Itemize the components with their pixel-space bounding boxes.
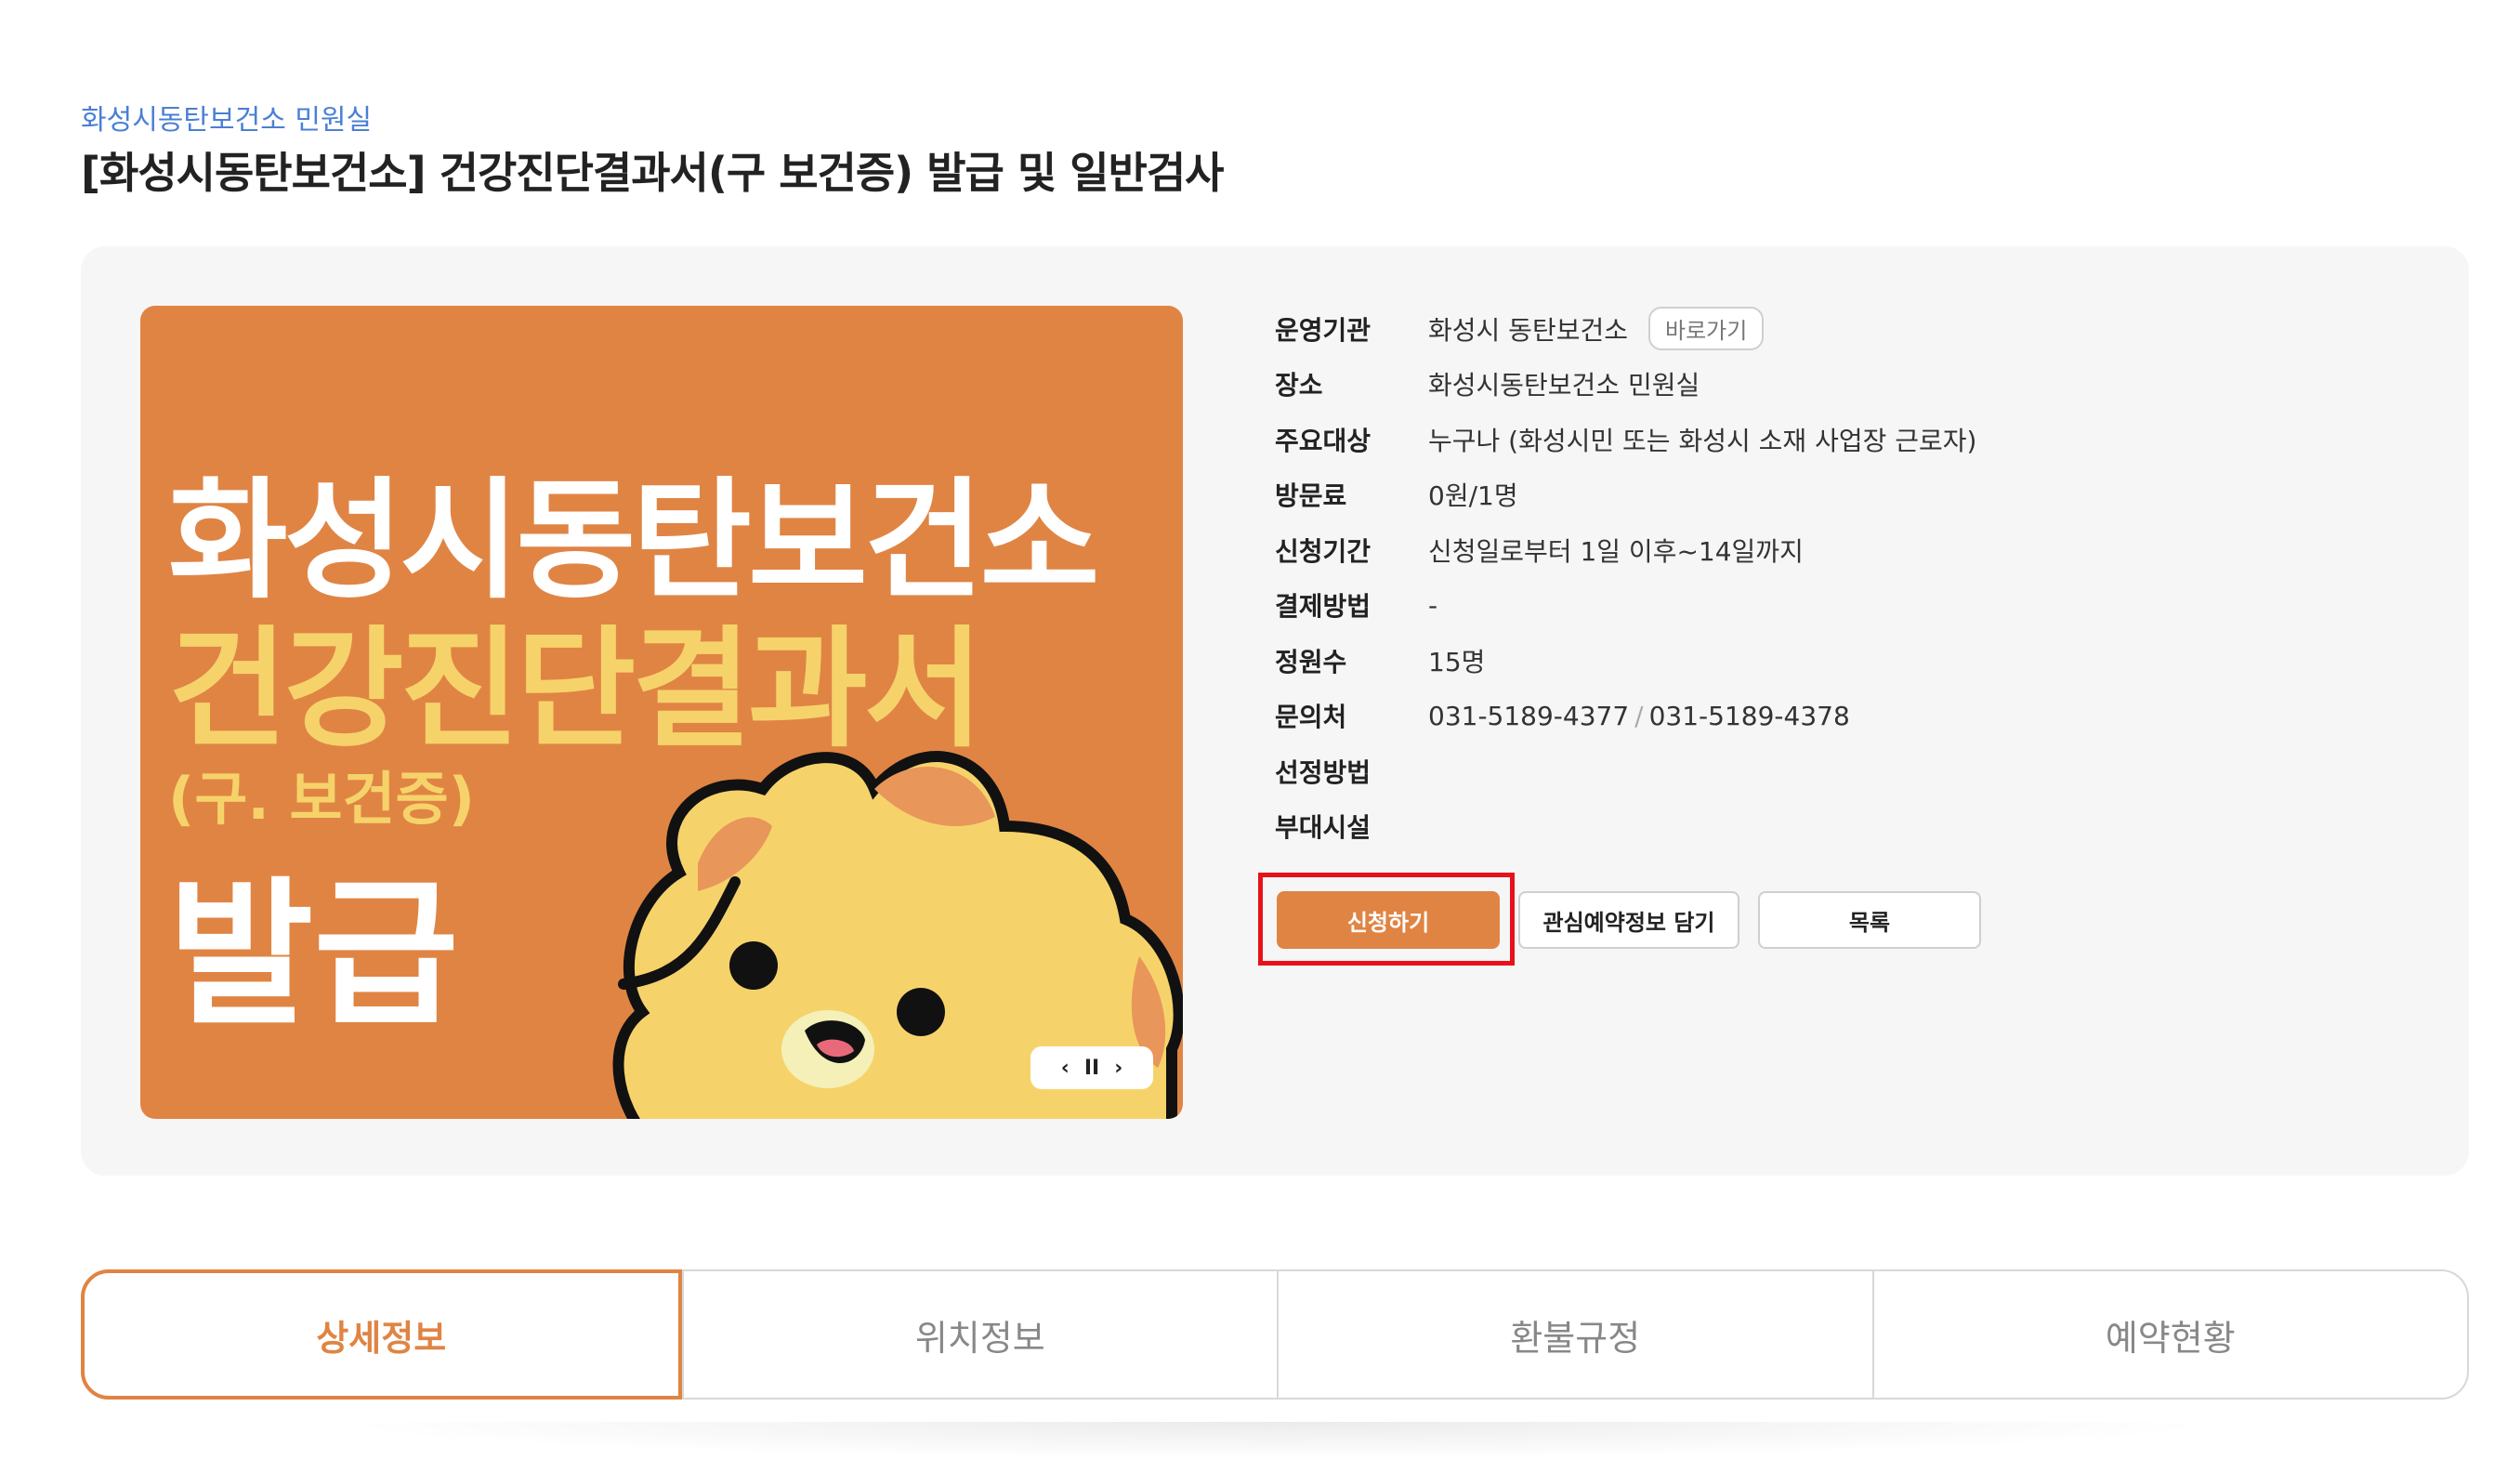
tab-location[interactable]: 위치정보 xyxy=(681,1271,1278,1398)
banner-line-4: 발급 xyxy=(168,863,459,1047)
tab-refund-policy[interactable]: 환불규정 xyxy=(1277,1271,1872,1398)
contact-value-1: 031-5189-4377 xyxy=(1428,700,1630,731)
banner-slider-controls: ‹ II › xyxy=(1030,1046,1153,1089)
detail-period: 신청기간 신청일로부터 1일 이후~14일까지 xyxy=(1275,522,2390,578)
next-slide-button[interactable]: › xyxy=(1114,1057,1122,1080)
place-label: 장소 xyxy=(1275,370,1323,401)
list-button[interactable]: 목록 xyxy=(1758,891,1981,949)
payment-value: - xyxy=(1428,589,1438,621)
detail-contact: 문의처 031-5189-4377 / 031-5189-4378 xyxy=(1275,689,2390,744)
period-label: 신청기간 xyxy=(1275,535,1372,567)
detail-operator: 운영기관 화성시 동탄보건소 바로가기 xyxy=(1275,301,2390,357)
detail-place: 장소 화성시동탄보건소 민원실 xyxy=(1275,357,2390,413)
target-value: 누구나 (화성시민 또는 화성시 소재 사업장 근로자) xyxy=(1428,425,1977,456)
facility-label: 부대시설 xyxy=(1275,812,1372,844)
period-value: 신청일로부터 1일 이후~14일까지 xyxy=(1428,535,1804,567)
contact-label: 문의처 xyxy=(1275,702,1347,733)
capacity-value: 15명 xyxy=(1428,646,1486,677)
shortcut-button[interactable]: 바로가기 xyxy=(1647,307,1765,351)
detail-tabs: 상세정보 위치정보 환불규정 예약현황 xyxy=(81,1269,2469,1400)
place-value: 화성시동탄보건소 민원실 xyxy=(1428,370,1700,401)
tab-details[interactable]: 상세정보 xyxy=(81,1269,682,1400)
target-label: 주요대상 xyxy=(1275,425,1372,456)
detail-target: 주요대상 누구나 (화성시민 또는 화성시 소재 사업장 근로자) xyxy=(1275,412,2390,467)
detail-payment: 결제방법 - xyxy=(1275,578,2390,634)
operator-value: 화성시 동탄보건소 xyxy=(1428,314,1628,346)
detail-selection: 선정방법 xyxy=(1275,743,2390,799)
detail-fee: 방문료 0원/1명 xyxy=(1275,467,2390,523)
detail-facility: 부대시설 xyxy=(1275,799,2390,855)
contact-separator: / xyxy=(1634,700,1644,731)
fee-value: 0원/1명 xyxy=(1428,480,1518,512)
fee-label: 방문료 xyxy=(1275,480,1347,512)
apply-button[interactable]: 신청하기 xyxy=(1277,891,1500,949)
banner-image: 화성시동탄보건소 건강진단결과서 (구. 보건증) 발급 ‹ II › xyxy=(140,306,1183,1119)
page-title: [화성시동탄보건소] 건강진단결과서(구 보건증) 발급 및 일반검사 xyxy=(81,148,1224,198)
breadcrumb[interactable]: 화성시동탄보건소 민원실 xyxy=(81,97,372,138)
contact-value-2: 031-5189-4378 xyxy=(1648,700,1850,731)
operator-label: 운영기관 xyxy=(1275,314,1372,346)
details-list: 운영기관 화성시 동탄보건소 바로가기 장소 화성시동탄보건소 민원실 주요대상… xyxy=(1275,301,2390,854)
capacity-label: 정원수 xyxy=(1275,646,1347,677)
pause-slide-button[interactable]: II xyxy=(1084,1057,1099,1080)
prev-slide-button[interactable]: ‹ xyxy=(1061,1057,1070,1080)
add-to-wishlist-button[interactable]: 관심예약정보 담기 xyxy=(1518,891,1739,949)
payment-label: 결제방법 xyxy=(1275,591,1372,623)
detail-capacity: 정원수 15명 xyxy=(1275,633,2390,689)
tab-reservation-status[interactable]: 예약현황 xyxy=(1871,1271,2468,1398)
content-shadow xyxy=(325,1422,2230,1459)
selection-label: 선정방법 xyxy=(1275,756,1372,788)
banner-line-3: (구. 보건증) xyxy=(168,765,475,833)
